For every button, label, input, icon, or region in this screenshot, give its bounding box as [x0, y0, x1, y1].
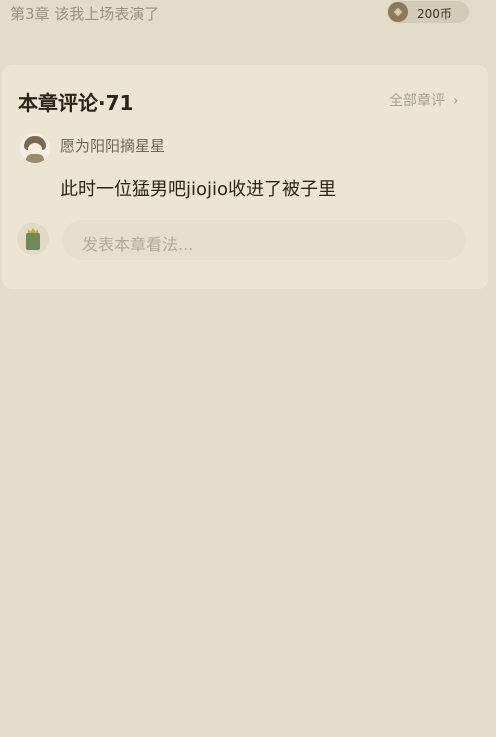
chapter-title: 第3章 该我上场表演了: [10, 5, 160, 23]
comment-input[interactable]: 发表本章看法...: [62, 220, 466, 260]
comments-title: 本章评论·71: [18, 91, 134, 115]
coin-icon: [388, 2, 408, 22]
coin-balance[interactable]: 200币: [387, 1, 469, 23]
chevron-right-icon: ›: [453, 93, 459, 109]
comment-item: 愿为阳阳摘星星 此时一位猛男吧jiojio收进了被子里: [2, 125, 488, 205]
avatar-body: [26, 154, 44, 163]
avatar[interactable]: [20, 133, 50, 163]
all-comments-link[interactable]: 全部章评 ›: [389, 90, 459, 110]
chapter-comments-card: 本章评论·71 全部章评 › 愿为阳阳摘星星 此时一位猛男吧jiojio收进了被子…: [2, 65, 488, 289]
top-bar: 第3章 该我上场表演了 200币: [0, 0, 496, 26]
comment-input-placeholder: 发表本章看法...: [82, 235, 194, 254]
comment-text: 此时一位猛男吧jiojio收进了被子里: [60, 179, 337, 200]
book-icon: [26, 233, 40, 250]
all-comments-label: 全部章评: [389, 93, 445, 109]
coin-amount: 200币: [417, 7, 452, 21]
user-avatar: [17, 223, 49, 255]
comment-username[interactable]: 愿为阳阳摘星星: [60, 135, 165, 156]
